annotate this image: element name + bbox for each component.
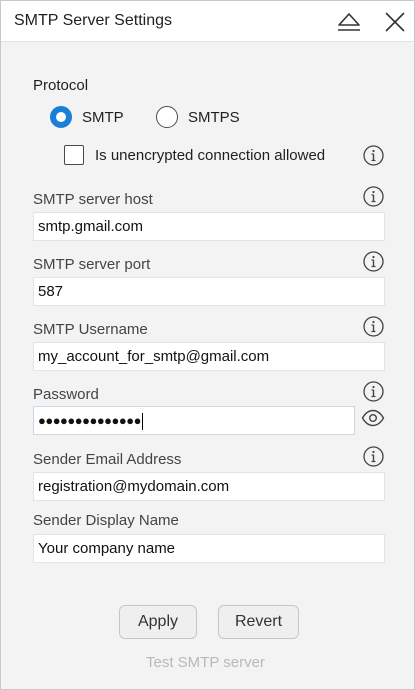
smtp-settings-window: SMTP Server Settings Protocol SMTP SMTPS…: [0, 0, 415, 690]
radio-smtp-label[interactable]: SMTP: [82, 109, 124, 126]
text-caret: [141, 412, 143, 430]
info-icon[interactable]: [363, 446, 384, 467]
eye-icon[interactable]: [361, 409, 385, 427]
password-value: ●●●●●●●●●●●●●●: [38, 413, 141, 428]
unencrypted-checkbox[interactable]: [64, 145, 84, 165]
username-label: SMTP Username: [33, 321, 148, 338]
title-bar: SMTP Server Settings: [1, 1, 414, 42]
host-input[interactable]: smtp.gmail.com: [33, 212, 385, 241]
info-icon[interactable]: [363, 186, 384, 207]
eject-icon[interactable]: [335, 9, 363, 35]
radio-smtps-label[interactable]: SMTPS: [188, 109, 240, 126]
password-input[interactable]: ●●●●●●●●●●●●●●: [33, 406, 355, 435]
unencrypted-label[interactable]: Is unencrypted connection allowed: [95, 147, 325, 164]
info-icon[interactable]: [363, 381, 384, 402]
sender-name-input[interactable]: Your company name: [33, 534, 385, 563]
port-label: SMTP server port: [33, 256, 151, 273]
close-icon[interactable]: [382, 9, 410, 35]
info-icon[interactable]: [363, 316, 384, 337]
window-title: SMTP Server Settings: [14, 12, 172, 29]
test-smtp-link[interactable]: Test SMTP server: [146, 654, 265, 671]
radio-smtps[interactable]: [156, 106, 178, 128]
sender-email-input[interactable]: registration@mydomain.com: [33, 472, 385, 501]
info-icon[interactable]: [363, 251, 384, 272]
radio-smtp[interactable]: [50, 106, 72, 128]
sender-name-label: Sender Display Name: [33, 512, 179, 529]
sender-email-label: Sender Email Address: [33, 451, 182, 468]
port-input[interactable]: 587: [33, 277, 385, 306]
protocol-label: Protocol: [33, 77, 89, 94]
revert-button[interactable]: Revert: [218, 605, 299, 639]
apply-button[interactable]: Apply: [119, 605, 197, 639]
host-label: SMTP server host: [33, 191, 153, 208]
info-icon[interactable]: [363, 145, 384, 166]
password-label: Password: [33, 386, 99, 403]
username-input[interactable]: my_account_for_smtp@gmail.com: [33, 342, 385, 371]
